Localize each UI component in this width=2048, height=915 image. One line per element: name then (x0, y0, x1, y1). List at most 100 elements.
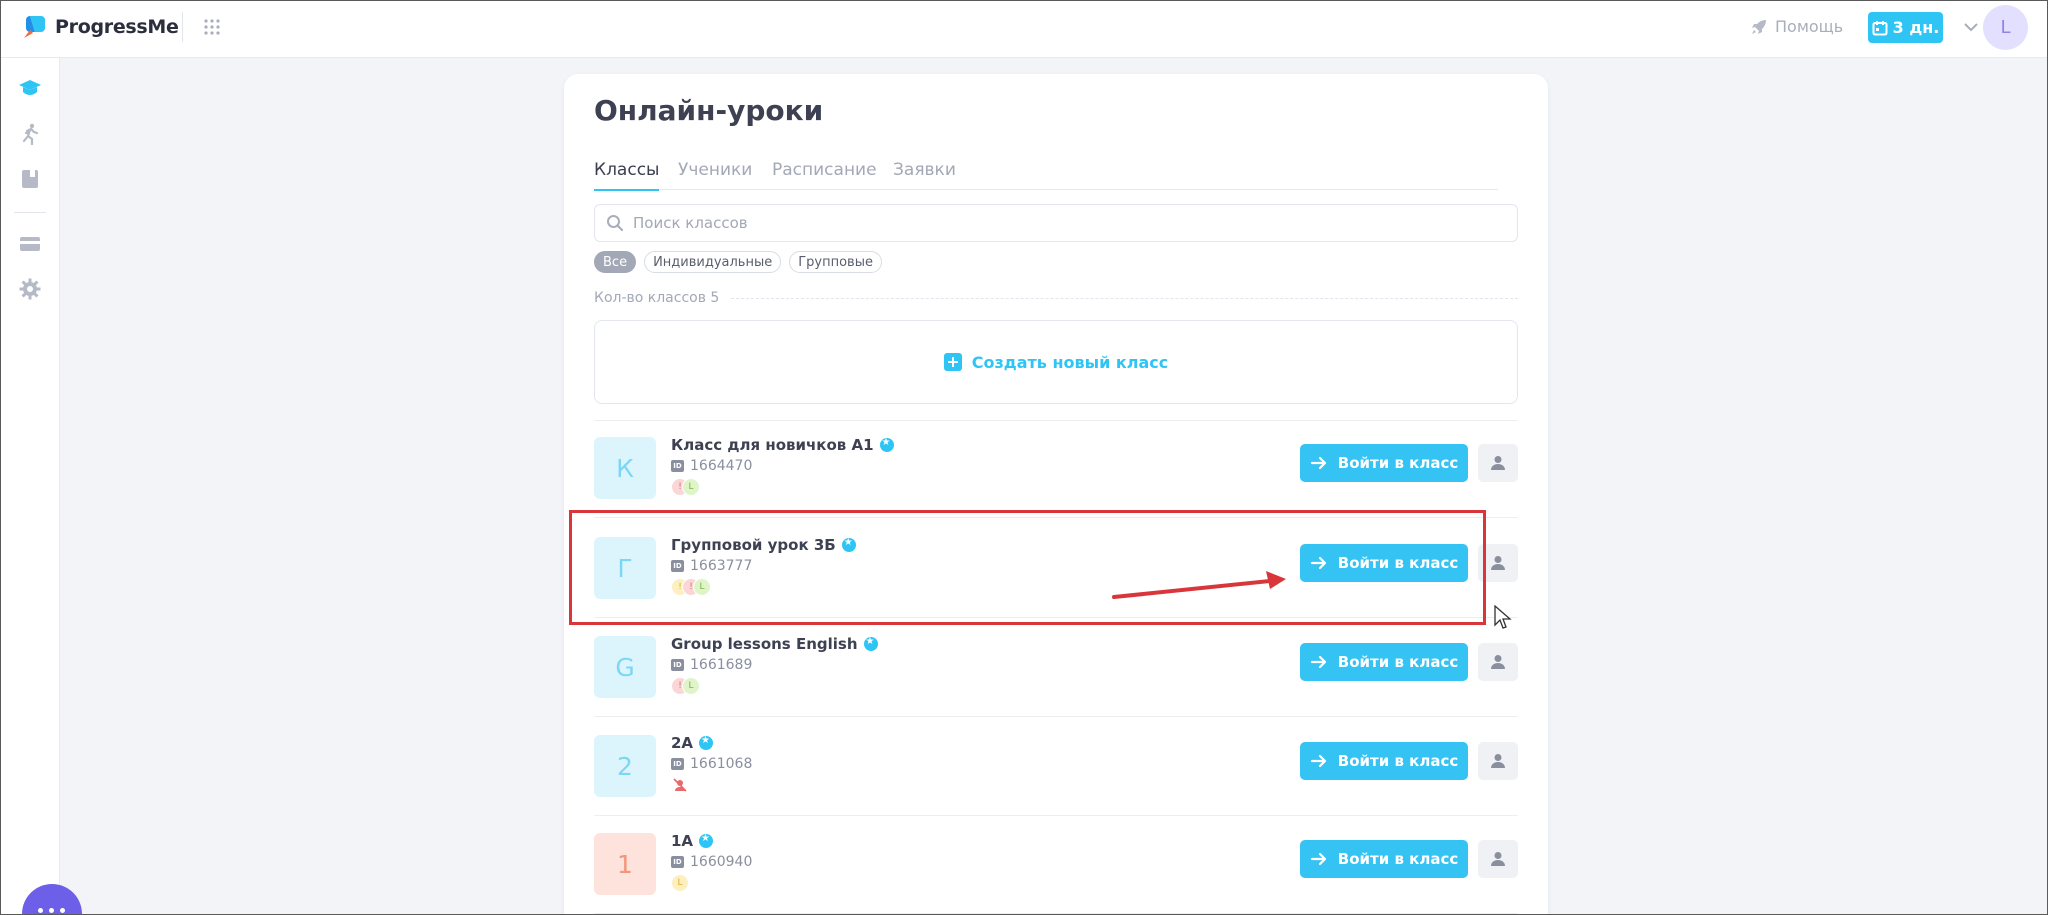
create-class-button[interactable]: Создать новый класс (594, 320, 1518, 404)
trial-label: 3 дн. (1892, 18, 1940, 37)
class-id-row: ID 1661689 (671, 657, 752, 673)
star-badge-icon (841, 537, 856, 552)
enter-class-button[interactable]: Войти в класс (1300, 643, 1468, 681)
tab-schedule[interactable]: Расписание (772, 160, 877, 189)
tab-requests[interactable]: Заявки (893, 160, 956, 189)
class-id-row: ID 1660940 (671, 854, 752, 870)
enter-class-label: Войти в класс (1337, 752, 1459, 770)
user-avatar[interactable]: L (1983, 5, 2028, 50)
apps-grid-icon[interactable] (202, 17, 222, 37)
star-badge-icon (863, 636, 878, 651)
class-name: Групповой урок 3Б (671, 536, 836, 554)
logo[interactable]: ProgressMe (21, 14, 179, 40)
filter-chips: Все Индивидуальные Групповые (594, 251, 882, 273)
class-members: !! L (671, 578, 711, 598)
tab-classes[interactable]: Классы (594, 160, 660, 191)
class-id-row: ID 1664470 (671, 458, 752, 474)
class-count-row: Кол-во классов 5 (594, 288, 1518, 308)
class-members: L (671, 874, 689, 894)
class-name: Group lessons English (671, 635, 858, 653)
search-box (594, 204, 1518, 242)
member-avatar: L (671, 874, 689, 892)
class-members: ! L (671, 677, 700, 697)
filter-group[interactable]: Групповые (789, 251, 882, 273)
students-button[interactable] (1478, 742, 1518, 780)
page-title: Онлайн-уроки (594, 94, 824, 127)
id-badge-icon: ID (671, 856, 684, 868)
class-row: Г Групповой урок 3Б ID 1663777 !!L Войти… (594, 520, 1518, 618)
class-name-row[interactable]: 2А (671, 734, 714, 752)
search-icon (606, 214, 624, 232)
enter-class-button[interactable]: Войти в класс (1300, 544, 1468, 582)
book-icon[interactable] (18, 167, 42, 191)
class-row: 1 1А ID 1660940 L Войти в класс (594, 816, 1518, 914)
class-initial: Г (594, 537, 656, 599)
class-name: 2А (671, 734, 694, 752)
search-input[interactable] (633, 205, 1503, 241)
row-divider (594, 617, 1518, 618)
enter-class-label: Войти в класс (1337, 554, 1459, 572)
online-lessons-card: Онлайн-уроки Классы Ученики Расписание З… (564, 74, 1548, 915)
trial-days-badge[interactable]: 3 дн. (1868, 12, 1943, 43)
students-button[interactable] (1478, 544, 1518, 582)
class-row: 2 2А ID 1661068 Войти в класс (594, 718, 1518, 816)
enter-class-button[interactable]: Войти в класс (1300, 444, 1468, 482)
help-link[interactable]: Помощь (1750, 17, 1843, 36)
no-users-icon (671, 776, 689, 794)
gear-icon[interactable] (18, 277, 42, 301)
class-name-row[interactable]: Group lessons English (671, 635, 878, 653)
star-badge-icon (699, 833, 714, 848)
sidebar (0, 58, 60, 915)
class-members: ! L (671, 478, 700, 498)
class-id: 1661689 (690, 657, 753, 673)
class-id: 1663777 (690, 558, 753, 574)
tab-students[interactable]: Ученики (678, 160, 752, 189)
chat-dot (49, 908, 54, 913)
class-name-row[interactable]: 1А (671, 832, 714, 850)
enter-class-label: Войти в класс (1337, 850, 1459, 868)
tabs: Классы Ученики Расписание Заявки (594, 160, 1498, 191)
class-initial: К (594, 437, 656, 499)
progressme-logo-icon (21, 14, 47, 40)
chat-dot (60, 908, 65, 913)
enter-class-button[interactable]: Войти в класс (1300, 840, 1468, 878)
class-id: 1664470 (690, 458, 753, 474)
class-name-row[interactable]: Класс для новичков A1 (671, 436, 894, 454)
person-icon (1491, 754, 1505, 768)
students-button[interactable] (1478, 643, 1518, 681)
class-initial: 1 (594, 833, 656, 895)
chevron-down-icon[interactable] (1962, 18, 1980, 36)
row-divider (594, 913, 1518, 914)
class-initial: G (594, 636, 656, 698)
credit-card-icon[interactable] (18, 232, 42, 256)
students-button[interactable] (1478, 840, 1518, 878)
row-divider (594, 517, 1518, 518)
class-name: Класс для новичков A1 (671, 436, 874, 454)
person-icon (1491, 852, 1505, 866)
class-name-row[interactable]: Групповой урок 3Б (671, 536, 856, 554)
arrow-right-icon (1310, 754, 1326, 768)
class-id-row: ID 1661068 (671, 756, 752, 772)
running-person-icon[interactable] (18, 122, 42, 146)
header-divider (182, 12, 183, 42)
enter-class-button[interactable]: Войти в класс (1300, 742, 1468, 780)
count-divider (731, 297, 1518, 299)
create-class-label: Создать новый класс (971, 352, 1169, 372)
help-label: Помощь (1775, 17, 1844, 36)
enter-class-label: Войти в класс (1337, 454, 1459, 472)
graduation-cap-icon[interactable] (18, 76, 42, 100)
top-bar: ProgressMe Помощь 3 дн. L (0, 0, 2048, 58)
filter-all[interactable]: Все (594, 251, 637, 273)
star-badge-icon (699, 735, 714, 750)
students-button[interactable] (1478, 444, 1518, 482)
chat-dot (38, 908, 43, 913)
filter-individual[interactable]: Индивидуальные (644, 251, 782, 273)
class-count: Кол-во классов 5 (594, 290, 720, 306)
plus-icon (943, 353, 962, 371)
arrow-right-icon (1310, 556, 1326, 570)
id-badge-icon: ID (671, 460, 684, 472)
arrow-right-icon (1310, 655, 1326, 669)
member-avatar: L (682, 478, 700, 496)
sidebar-divider (14, 212, 46, 213)
star-badge-icon (879, 437, 894, 452)
